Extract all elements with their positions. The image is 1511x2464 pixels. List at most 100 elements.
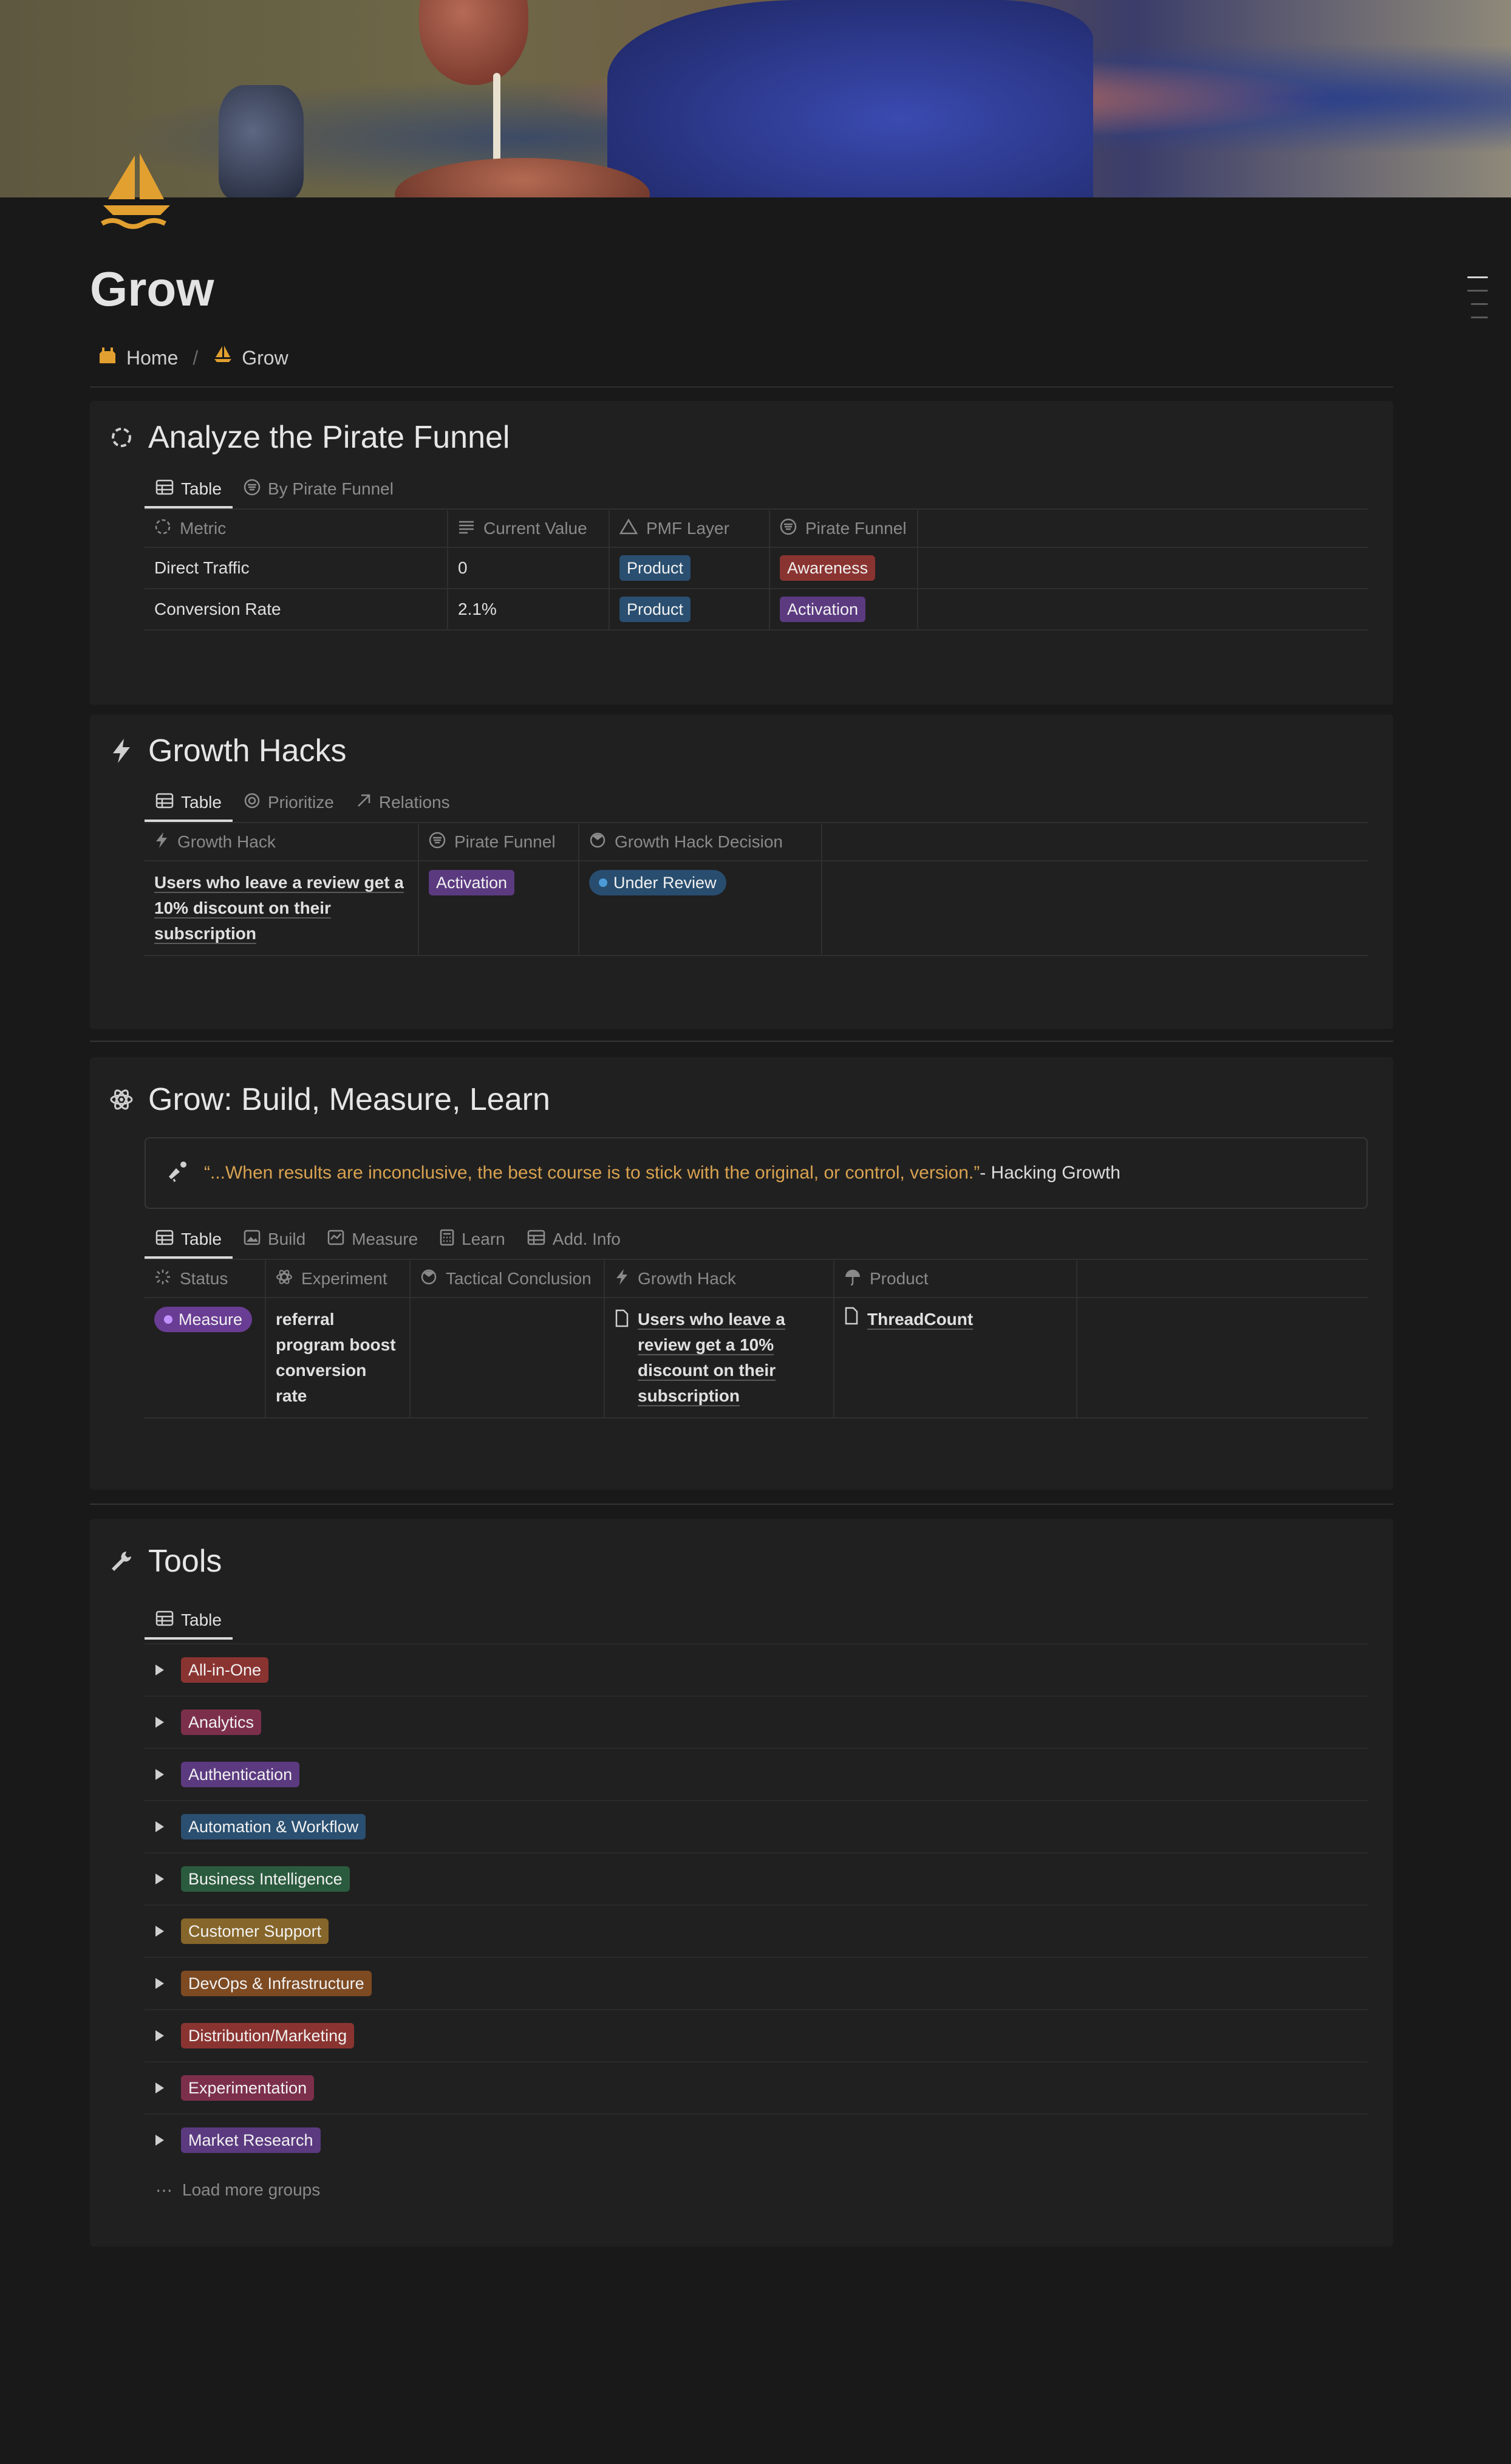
experiment-cell[interactable]: referral program boost conversion rate <box>266 1298 411 1417</box>
growth-hack-cell[interactable]: Users who leave a review get a 10% disco… <box>145 861 419 955</box>
table-row[interactable]: Users who leave a review get a 10% disco… <box>145 861 1368 956</box>
column-growth-hack[interactable]: Growth Hack <box>145 824 419 860</box>
table-row[interactable]: Direct Traffic 0 Product Awareness <box>145 548 1368 589</box>
group-row[interactable]: Distribution/Marketing <box>145 2009 1368 2061</box>
tab-table[interactable]: Table <box>145 784 233 822</box>
table-row[interactable]: Conversion Rate 2.1% Product Activation <box>145 589 1368 631</box>
expand-triangle-icon[interactable] <box>155 2082 164 2093</box>
section-header: Grow: Build, Measure, Learn <box>108 1081 550 1118</box>
decision-cell[interactable]: Under Review <box>579 861 822 955</box>
value-cell[interactable]: 0 <box>448 548 610 588</box>
conclusion-cell[interactable] <box>411 1298 605 1417</box>
expand-triangle-icon[interactable] <box>155 2030 164 2041</box>
dashed-circle-icon <box>154 518 171 539</box>
gauge-icon <box>420 1268 437 1290</box>
dashed-circle-icon <box>108 424 135 451</box>
table-row[interactable]: Measure referral program boost conversio… <box>145 1298 1368 1419</box>
column-growth-hack[interactable]: Growth Hack <box>605 1261 834 1297</box>
group-row[interactable]: All-in-One <box>145 1643 1368 1696</box>
expand-triangle-icon[interactable] <box>155 1926 164 1937</box>
funnel-tag: Activation <box>429 870 515 895</box>
column-growth-hack-decision[interactable]: Growth Hack Decision <box>579 824 822 860</box>
experiments-table: Status Experiment Tactical Conclusion Gr… <box>145 1261 1368 1419</box>
arrow-up-right-icon <box>356 793 372 813</box>
status-cell[interactable]: Measure <box>145 1298 266 1417</box>
section-title: Grow: Build, Measure, Learn <box>148 1082 550 1117</box>
section-header: Growth Hacks <box>108 733 347 769</box>
expand-triangle-icon[interactable] <box>155 1665 164 1675</box>
pirate-funnel-section: Analyze the Pirate Funnel Table By Pirat… <box>90 401 1393 705</box>
expand-triangle-icon[interactable] <box>155 1769 164 1780</box>
metric-cell[interactable]: Direct Traffic <box>145 548 448 588</box>
load-more-button[interactable]: ⋯ Load more groups <box>145 2166 1368 2214</box>
group-tag: All-in-One <box>181 1657 269 1683</box>
tab-table[interactable]: Table <box>145 1602 233 1640</box>
build-measure-learn-section: Grow: Build, Measure, Learn “...When res… <box>90 1057 1393 1490</box>
funnel-icon <box>244 479 261 500</box>
growth-hack-cell[interactable]: Users who leave a review get a 10% disco… <box>605 1298 834 1417</box>
sailboat-page-icon[interactable] <box>97 152 176 234</box>
breadcrumb-grow[interactable]: Grow <box>213 345 288 371</box>
column-tactical-conclusion[interactable]: Tactical Conclusion <box>411 1261 605 1297</box>
group-row[interactable]: Authentication <box>145 1748 1368 1800</box>
group-row[interactable]: Market Research <box>145 2113 1368 2166</box>
growth-hacks-table: Growth Hack Pirate Funnel Growth Hack De… <box>145 824 1368 956</box>
ellipsis-icon: ⋯ <box>155 2180 172 2200</box>
breadcrumb-home[interactable]: Home <box>97 345 178 371</box>
column-status[interactable]: Status <box>145 1261 266 1297</box>
table-header: Metric Current Value PMF Layer Pirate Fu… <box>145 510 1368 548</box>
tab-build[interactable]: Build <box>233 1221 316 1258</box>
atom-icon <box>108 1086 135 1113</box>
view-tabs: Table <box>145 1602 233 1640</box>
wrench-icon <box>108 1548 135 1575</box>
expand-triangle-icon[interactable] <box>155 1978 164 1989</box>
funnel-cell[interactable]: Activation <box>419 861 579 955</box>
group-row[interactable]: Experimentation <box>145 2061 1368 2113</box>
pmf-cell[interactable]: Product <box>610 548 770 588</box>
tab-learn[interactable]: Learn <box>429 1221 516 1258</box>
metric-cell[interactable]: Conversion Rate <box>145 589 448 629</box>
group-row[interactable]: Automation & Workflow <box>145 1800 1368 1852</box>
funnel-cell[interactable]: Awareness <box>770 548 918 588</box>
pmf-cell[interactable]: Product <box>610 589 770 629</box>
text-lines-icon <box>458 519 475 538</box>
table-of-contents[interactable] <box>1467 276 1488 330</box>
funnel-cell[interactable]: Activation <box>770 589 918 629</box>
pmf-tag: Product <box>619 597 691 622</box>
tab-add-info[interactable]: Add. Info <box>516 1221 632 1258</box>
tab-table[interactable]: Table <box>145 471 233 508</box>
group-tag: Experimentation <box>181 2075 315 2101</box>
group-row[interactable]: Customer Support <box>145 1904 1368 1957</box>
value-cell[interactable]: 2.1% <box>448 589 610 629</box>
column-metric[interactable]: Metric <box>145 510 448 547</box>
divider <box>90 386 1393 388</box>
expand-triangle-icon[interactable] <box>155 2135 164 2146</box>
tab-table[interactable]: Table <box>145 1221 233 1259</box>
expand-triangle-icon[interactable] <box>155 1821 164 1832</box>
funnel-icon <box>780 518 797 539</box>
column-current-value[interactable]: Current Value <box>448 510 610 547</box>
group-row[interactable]: Business Intelligence <box>145 1852 1368 1904</box>
tab-measure[interactable]: Measure <box>316 1221 429 1258</box>
group-row[interactable]: DevOps & Infrastructure <box>145 1957 1368 2009</box>
table-icon <box>155 1610 174 1631</box>
group-row[interactable]: Analytics <box>145 1696 1368 1748</box>
tab-prioritize[interactable]: Prioritize <box>233 784 345 821</box>
lightning-icon <box>108 737 135 764</box>
expand-triangle-icon[interactable] <box>155 1874 164 1884</box>
expand-triangle-icon[interactable] <box>155 1717 164 1728</box>
column-pirate-funnel[interactable]: Pirate Funnel <box>419 824 579 860</box>
product-cell[interactable]: ThreadCount <box>834 1298 1077 1417</box>
column-pmf-layer[interactable]: PMF Layer <box>610 510 770 547</box>
group-tag: Analytics <box>181 1709 262 1735</box>
group-tag: Automation & Workflow <box>181 1814 366 1839</box>
view-tabs: Table By Pirate Funnel <box>145 471 404 508</box>
column-pirate-funnel[interactable]: Pirate Funnel <box>770 510 918 547</box>
column-experiment[interactable]: Experiment <box>266 1261 411 1297</box>
tab-by-pirate-funnel[interactable]: By Pirate Funnel <box>233 471 404 507</box>
loading-icon <box>154 1268 171 1290</box>
funnel-tag: Activation <box>780 597 866 622</box>
column-product[interactable]: Product <box>834 1261 1077 1297</box>
tab-relations[interactable]: Relations <box>345 784 461 821</box>
group-tag: Market Research <box>181 2127 321 2153</box>
